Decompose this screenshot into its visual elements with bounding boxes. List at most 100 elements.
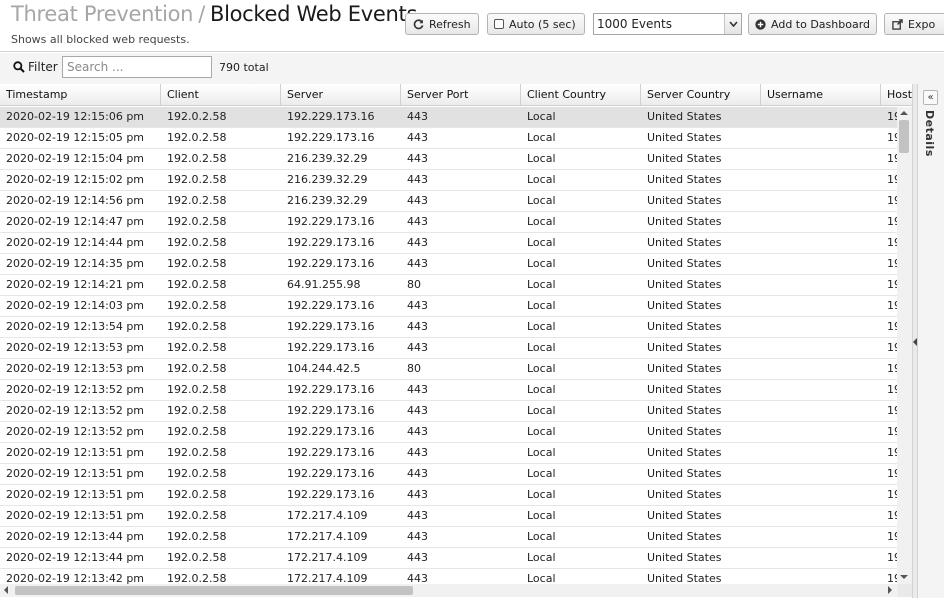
column-header-username[interactable]: Username: [761, 84, 881, 106]
details-panel-label[interactable]: Details: [923, 110, 936, 157]
cell-server-port: 443: [407, 299, 428, 312]
cell-server: 192.229.173.16: [287, 236, 375, 249]
cell-timestamp: 2020-02-19 12:13:53 pm: [6, 362, 145, 375]
table-row[interactable]: 2020-02-19 12:13:52 pm 192.0.2.58 192.229.…: [0, 401, 913, 422]
table-body: 2020-02-19 12:15:06 pm 192.0.2.58 192.229.…: [0, 107, 913, 584]
details-panel: « Details: [917, 84, 944, 598]
horizontal-scrollbar[interactable]: [0, 584, 898, 597]
add-to-dashboard-button[interactable]: Add to Dashboard: [748, 13, 877, 35]
vertical-scrollbar[interactable]: [897, 107, 912, 584]
cell-timestamp: 2020-02-19 12:15:06 pm: [6, 110, 145, 123]
cell-username: [761, 233, 881, 253]
table-row[interactable]: 2020-02-19 12:14:21 pm 192.0.2.58 64.91.25…: [0, 275, 913, 296]
cell-timestamp: 2020-02-19 12:14:56 pm: [6, 194, 145, 207]
cell-client-country: Local: [527, 572, 556, 584]
export-button[interactable]: Expo: [884, 13, 944, 35]
table-row[interactable]: 2020-02-19 12:13:53 pm 192.0.2.58 104.244.…: [0, 359, 913, 380]
column-header-timestamp[interactable]: Timestamp: [0, 84, 161, 106]
table-row[interactable]: 2020-02-19 12:13:54 pm 192.0.2.58 192.229.…: [0, 317, 913, 338]
cell-server: 216.239.32.29: [287, 152, 368, 165]
table-row[interactable]: 2020-02-19 12:13:51 pm 192.0.2.58 172.217.…: [0, 506, 913, 527]
cell-server-port: 443: [407, 467, 428, 480]
cell-client-country: Local: [527, 383, 556, 396]
table-row[interactable]: 2020-02-19 12:15:06 pm 192.0.2.58 192.229.…: [0, 107, 913, 128]
scroll-left-icon[interactable]: [4, 586, 8, 594]
cell-username: [761, 296, 881, 316]
cell-client: 192.0.2.58: [167, 530, 227, 543]
cell-timestamp: 2020-02-19 12:13:53 pm: [6, 341, 145, 354]
table-row[interactable]: 2020-02-19 12:15:02 pm 192.0.2.58 216.239.…: [0, 170, 913, 191]
column-header-server[interactable]: Server: [281, 84, 401, 106]
column-header-server-country[interactable]: Server Country: [641, 84, 761, 106]
refresh-icon: [412, 18, 424, 30]
cell-server-port: 443: [407, 530, 428, 543]
horizontal-scroll-thumb[interactable]: [15, 586, 413, 595]
vertical-scroll-thumb[interactable]: [899, 120, 909, 153]
table-row[interactable]: 2020-02-19 12:13:51 pm 192.0.2.58 192.229.…: [0, 443, 913, 464]
refresh-button[interactable]: Refresh: [405, 13, 479, 35]
cell-username: [761, 191, 881, 211]
cell-server-country: United States: [647, 467, 722, 480]
cell-timestamp: 2020-02-19 12:14:35 pm: [6, 257, 145, 270]
cell-timestamp: 2020-02-19 12:15:02 pm: [6, 173, 145, 186]
table-row[interactable]: 2020-02-19 12:14:35 pm 192.0.2.58 192.229.…: [0, 254, 913, 275]
cell-server-port: 443: [407, 425, 428, 438]
cell-server: 104.244.42.5: [287, 362, 361, 375]
table-row[interactable]: 2020-02-19 12:14:56 pm 192.0.2.58 216.239.…: [0, 191, 913, 212]
table-row[interactable]: 2020-02-19 12:13:44 pm 192.0.2.58 172.217.…: [0, 527, 913, 548]
table-row[interactable]: 2020-02-19 12:13:44 pm 192.0.2.58 172.217.…: [0, 548, 913, 569]
table-row[interactable]: 2020-02-19 12:13:51 pm 192.0.2.58 192.229.…: [0, 485, 913, 506]
collapse-details-button[interactable]: «: [923, 90, 938, 105]
cell-server-country: United States: [647, 362, 722, 375]
table-row[interactable]: 2020-02-19 12:14:03 pm 192.0.2.58 192.229.…: [0, 296, 913, 317]
cell-server-country: United States: [647, 173, 722, 186]
table-row[interactable]: 2020-02-19 12:13:52 pm 192.0.2.58 192.229.…: [0, 422, 913, 443]
cell-timestamp: 2020-02-19 12:13:51 pm: [6, 509, 145, 522]
cell-timestamp: 2020-02-19 12:14:03 pm: [6, 299, 145, 312]
cell-username: [761, 128, 881, 148]
table-row[interactable]: 2020-02-19 12:14:44 pm 192.0.2.58 192.229.…: [0, 233, 913, 254]
cell-client: 192.0.2.58: [167, 131, 227, 144]
table-header: Timestamp Client Server Server Port Client C…: [0, 84, 913, 106]
cell-client: 192.0.2.58: [167, 509, 227, 522]
cell-server-country: United States: [647, 320, 722, 333]
cell-timestamp: 2020-02-19 12:14:21 pm: [6, 278, 145, 291]
cell-server: 192.229.173.16: [287, 299, 375, 312]
column-header-server-port[interactable]: Server Port: [401, 84, 521, 106]
cell-username: [761, 275, 881, 295]
table-row[interactable]: 2020-02-19 12:15:04 pm 192.0.2.58 216.239.…: [0, 149, 913, 170]
breadcrumb-separator: /: [198, 2, 205, 26]
page-subtitle: Shows all blocked web requests.: [11, 33, 190, 46]
table-row[interactable]: 2020-02-19 12:13:51 pm 192.0.2.58 192.229.…: [0, 464, 913, 485]
search-input[interactable]: [62, 56, 212, 78]
cell-server-port: 80: [407, 278, 421, 291]
cell-server-country: United States: [647, 341, 722, 354]
auto-refresh-toggle[interactable]: Auto (5 sec): [487, 13, 585, 35]
cell-client-country: Local: [527, 320, 556, 333]
cell-server-country: United States: [647, 278, 722, 291]
cell-server-port: 443: [407, 152, 428, 165]
scroll-right-icon[interactable]: [888, 586, 892, 594]
column-header-client-country[interactable]: Client Country: [521, 84, 641, 106]
scroll-down-icon[interactable]: [900, 575, 908, 579]
scroll-up-icon[interactable]: [900, 111, 908, 115]
cell-username: [761, 149, 881, 169]
cell-server-port: 443: [407, 404, 428, 417]
table-row[interactable]: 2020-02-19 12:13:42 pm 192.0.2.58 172.217.…: [0, 569, 913, 584]
table-row[interactable]: 2020-02-19 12:14:47 pm 192.0.2.58 192.229.…: [0, 212, 913, 233]
events-count-select[interactable]: 1000 Events: [593, 13, 742, 35]
chevron-down-icon[interactable]: [724, 14, 741, 34]
cell-server-country: United States: [647, 425, 722, 438]
cell-server: 64.91.255.98: [287, 278, 361, 291]
auto-refresh-checkbox[interactable]: [493, 18, 505, 30]
table-row[interactable]: 2020-02-19 12:13:52 pm 192.0.2.58 192.229.…: [0, 380, 913, 401]
cell-server-country: United States: [647, 551, 722, 564]
cell-client-country: Local: [527, 467, 556, 480]
page-title: Threat Prevention / Blocked Web Events: [11, 2, 417, 26]
breadcrumb-parent[interactable]: Threat Prevention: [11, 2, 193, 26]
table-row[interactable]: 2020-02-19 12:13:53 pm 192.0.2.58 192.229.…: [0, 338, 913, 359]
table-row[interactable]: 2020-02-19 12:15:05 pm 192.0.2.58 192.229.…: [0, 128, 913, 149]
column-header-host[interactable]: Host: [881, 84, 913, 106]
column-header-client[interactable]: Client: [161, 84, 281, 106]
cell-username: [761, 338, 881, 358]
